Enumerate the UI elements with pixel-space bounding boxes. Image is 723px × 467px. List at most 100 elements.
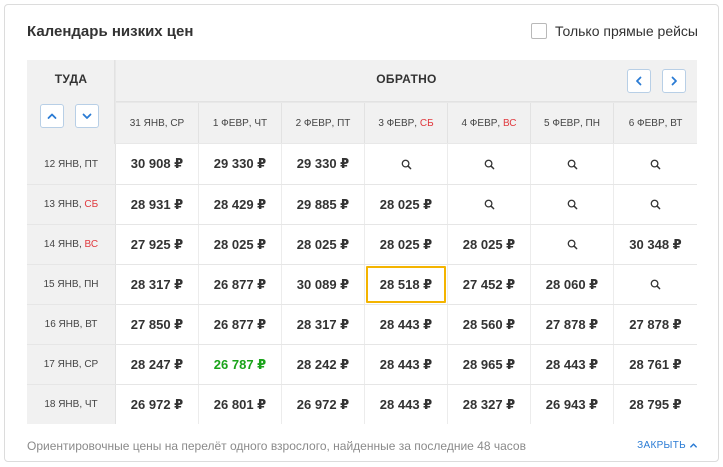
price-cell[interactable]: 28 443 ₽ (365, 345, 448, 384)
direct-flights-checkbox[interactable] (531, 23, 548, 39)
direct-flights-toggle[interactable]: Только прямые рейсы (531, 23, 698, 39)
price-cell[interactable]: 28 025 ₽ (282, 225, 365, 264)
price-cell[interactable]: 28 795 ₽ (614, 385, 697, 424)
price-cell[interactable]: 27 878 ₽ (614, 305, 697, 344)
price-cell[interactable]: 29 330 ₽ (282, 144, 365, 184)
price-cell[interactable]: 28 443 ₽ (365, 305, 448, 344)
weekday-label: ВТ (670, 117, 683, 129)
chevron-up-icon (690, 443, 697, 448)
price-cell[interactable]: 27 925 ₽ (116, 225, 199, 264)
search-price-cell[interactable] (531, 144, 614, 184)
price-cell[interactable]: 28 025 ₽ (365, 185, 448, 224)
price-cell[interactable]: 28 317 ₽ (282, 305, 365, 344)
table-row: 17 ЯНВ, СР 28 247 ₽26 787 ₽28 242 ₽28 443… (27, 344, 697, 384)
date-label: 17 ЯНВ (43, 359, 79, 370)
price-cell[interactable]: 28 761 ₽ (614, 345, 697, 384)
return-date-header: 4 ФЕВР, ВС (448, 103, 531, 143)
price-cell[interactable]: 29 885 ₽ (282, 185, 365, 224)
outbound-date-header: 12 ЯНВ, ПТ (27, 144, 116, 184)
price-cell[interactable]: 28 025 ₽ (365, 225, 448, 264)
collapse-button[interactable]: ЗАКРЫТЬ (637, 440, 698, 451)
outbound-date-header: 15 ЯНВ, ПН (27, 265, 116, 304)
weekday-label: ВС (84, 239, 99, 250)
price-cell[interactable]: 27 452 ₽ (448, 265, 531, 304)
table-row: 18 ЯНВ, ЧТ 26 972 ₽26 801 ₽26 972 ₽28 443… (27, 384, 697, 424)
table-row: 15 ЯНВ, ПН 28 317 ₽26 877 ₽30 089 ₽28 518… (27, 264, 697, 304)
footnote: Ориентировочные цены на перелёт одного в… (27, 439, 526, 453)
date-label: 14 ЯНВ (43, 239, 79, 250)
date-label: 31 ЯНВ (129, 117, 165, 129)
price-cell[interactable]: 28 443 ₽ (365, 385, 448, 424)
weekday-label: ЧТ (84, 399, 98, 410)
return-header: ОБРАТНО (376, 72, 437, 86)
price-cell[interactable]: 30 348 ₽ (614, 225, 697, 264)
price-cell[interactable]: 29 330 ₽ (199, 144, 282, 184)
date-label: 15 ЯНВ (43, 279, 79, 290)
price-cell[interactable]: 28 060 ₽ (531, 265, 614, 304)
price-cell[interactable]: 26 787 ₽ (199, 345, 282, 384)
return-header-bar: ОБРАТНО (116, 60, 697, 102)
date-label: 16 ЯНВ (44, 319, 80, 330)
search-icon (484, 199, 495, 210)
search-price-cell[interactable] (531, 185, 614, 224)
search-icon (401, 159, 412, 170)
search-icon (567, 239, 578, 250)
return-date-header: 2 ФЕВР, ПТ (282, 103, 365, 143)
direct-flights-label: Только прямые рейсы (555, 23, 698, 39)
price-cell[interactable]: 28 025 ₽ (199, 225, 282, 264)
search-price-cell[interactable] (614, 144, 697, 184)
chevron-down-icon (82, 113, 92, 119)
search-icon (567, 159, 578, 170)
outbound-next-button[interactable] (75, 104, 99, 128)
price-cell[interactable]: 26 972 ₽ (282, 385, 365, 424)
price-cell[interactable]: 27 850 ₽ (116, 305, 199, 344)
search-price-cell[interactable] (448, 185, 531, 224)
price-cell[interactable]: 28 025 ₽ (448, 225, 531, 264)
search-price-cell[interactable] (531, 225, 614, 264)
price-cell[interactable]: 26 943 ₽ (531, 385, 614, 424)
calendar-title: Календарь низких цен (27, 23, 194, 40)
date-label: 18 ЯНВ (44, 399, 80, 410)
search-icon (484, 159, 495, 170)
return-dates-row: 31 ЯНВ, СР 1 ФЕВР, ЧТ 2 ФЕВР, ПТ 3 ФЕВР, СБ… (116, 103, 697, 143)
outbound-date-header: 13 ЯНВ, СБ (27, 185, 116, 224)
price-cell[interactable]: 28 242 ₽ (282, 345, 365, 384)
collapse-label: ЗАКРЫТЬ (637, 440, 686, 451)
price-cell[interactable]: 28 443 ₽ (531, 345, 614, 384)
return-date-header: 1 ФЕВР, ЧТ (199, 103, 282, 143)
return-next-button[interactable] (662, 69, 686, 93)
return-date-header: 3 ФЕВР, СБ (365, 103, 448, 143)
price-cell[interactable]: 30 908 ₽ (116, 144, 199, 184)
search-price-cell[interactable] (614, 185, 697, 224)
price-cell[interactable]: 30 089 ₽ (282, 265, 365, 304)
selected-price-cell[interactable]: 28 518 ₽ (365, 265, 448, 304)
table-row: 16 ЯНВ, ВТ 27 850 ₽26 877 ₽28 317 ₽28 443… (27, 304, 697, 344)
date-label: 3 ФЕВР (378, 117, 415, 129)
price-cell[interactable]: 28 931 ₽ (116, 185, 199, 224)
price-cell[interactable]: 26 972 ₽ (116, 385, 199, 424)
search-price-cell[interactable] (448, 144, 531, 184)
outbound-prev-button[interactable] (40, 104, 64, 128)
return-prev-button[interactable] (627, 69, 651, 93)
price-cell[interactable]: 28 560 ₽ (448, 305, 531, 344)
chevron-left-icon (636, 76, 642, 86)
search-price-cell[interactable] (614, 265, 697, 304)
outbound-date-header: 17 ЯНВ, СР (27, 345, 116, 384)
price-cell[interactable]: 26 801 ₽ (199, 385, 282, 424)
price-cell[interactable]: 27 878 ₽ (531, 305, 614, 344)
price-cell[interactable]: 28 317 ₽ (116, 265, 199, 304)
price-cell[interactable]: 26 877 ₽ (199, 265, 282, 304)
search-price-cell[interactable] (365, 144, 448, 184)
price-cell[interactable]: 28 429 ₽ (199, 185, 282, 224)
weekday-label: СБ (419, 117, 434, 129)
price-cell[interactable]: 28 327 ₽ (448, 385, 531, 424)
price-cell[interactable]: 26 877 ₽ (199, 305, 282, 344)
price-cell[interactable]: 28 965 ₽ (448, 345, 531, 384)
weekday-label: ПТ (337, 117, 351, 129)
weekday-label: ПН (84, 279, 99, 290)
price-cell[interactable]: 28 247 ₽ (116, 345, 199, 384)
weekday-label: ПТ (84, 158, 98, 170)
outbound-date-header: 16 ЯНВ, ВТ (27, 305, 116, 344)
search-icon (567, 199, 578, 210)
search-icon (650, 279, 661, 290)
